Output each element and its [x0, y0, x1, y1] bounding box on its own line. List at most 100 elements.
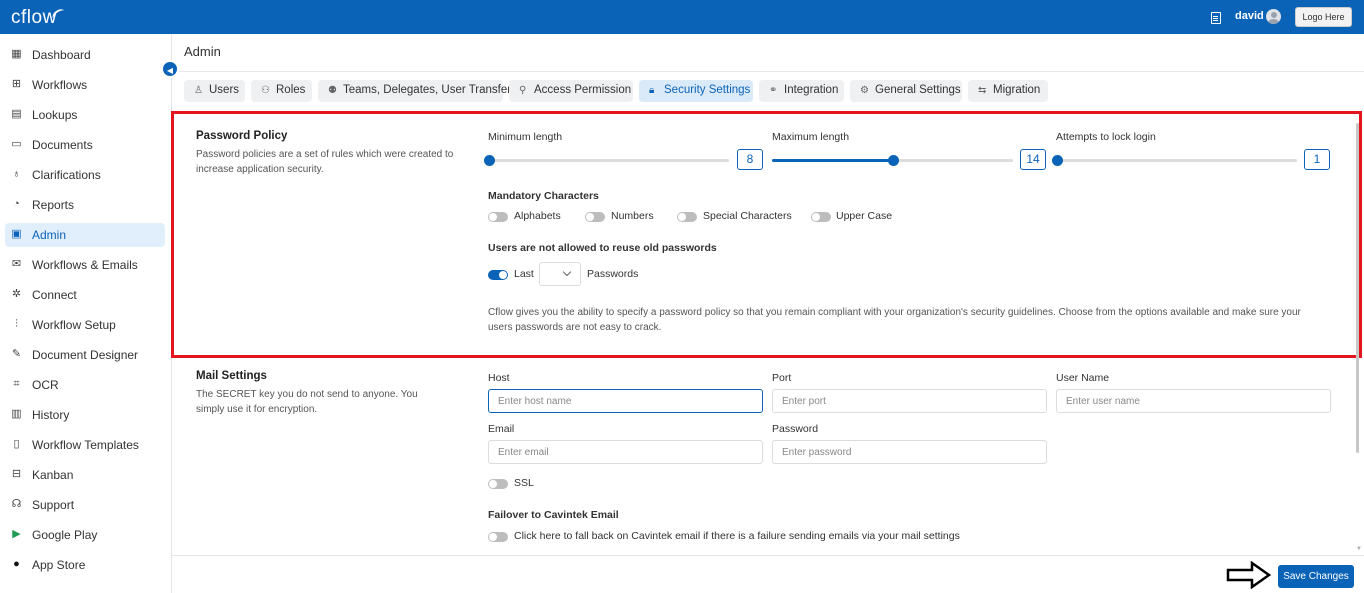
password-label: Password: [772, 423, 819, 435]
avatar[interactable]: [1266, 9, 1281, 24]
tab-integration[interactable]: ⚭ Integration: [759, 80, 844, 102]
integration-icon: ⚭: [769, 85, 778, 96]
sidebar-item-workflow-templates[interactable]: ▯ Workflow Templates: [5, 433, 165, 457]
sidebar-item-history[interactable]: ▥ History: [5, 403, 165, 427]
alphabets-label: Alphabets: [514, 210, 561, 222]
sidebar-item-dashboard[interactable]: ▦ Dashboard: [5, 43, 165, 67]
max-length-slider[interactable]: [772, 155, 1013, 166]
lookups-icon: ▤: [11, 108, 22, 120]
templates-icon: ▯: [13, 438, 20, 450]
sidebar-item-label: Reports: [32, 198, 75, 212]
tab-roles[interactable]: ⚇ Roles: [251, 80, 312, 102]
user-name-input[interactable]: [1056, 389, 1331, 413]
sidebar-item-label: History: [32, 408, 70, 422]
sidebar-item-kanban[interactable]: ⊟ Kanban: [5, 463, 165, 487]
user-icon: ♙: [194, 85, 203, 96]
attempts-value[interactable]: 1: [1304, 149, 1330, 170]
tab-teams[interactable]: ⚉ Teams, Delegates, User Transfer: [318, 80, 511, 102]
password-input[interactable]: [772, 440, 1047, 464]
sidebar-item-label: Workflows & Emails: [32, 258, 138, 272]
sidebar-item-label: Dashboard: [32, 48, 91, 62]
sidebar-item-label: Google Play: [32, 528, 98, 542]
upper-case-toggle[interactable]: [811, 212, 831, 222]
settings-icon: ⚙: [860, 85, 869, 96]
dashboard-icon: ▦: [11, 48, 22, 60]
reuse-last-toggle[interactable]: [488, 270, 508, 280]
divider: [172, 71, 1364, 72]
failover-label: Click here to fall back on Cavintek emai…: [514, 530, 960, 542]
sidebar-item-lookups[interactable]: ▤ Lookups: [5, 103, 165, 127]
mandatory-characters-label: Mandatory Characters: [488, 190, 599, 202]
min-length-slider[interactable]: [484, 155, 729, 166]
failover-toggle[interactable]: [488, 532, 508, 542]
numbers-toggle[interactable]: [585, 212, 605, 222]
save-changes-button[interactable]: Save Changes: [1278, 565, 1354, 588]
port-input[interactable]: [772, 389, 1047, 413]
sidebar-item-label: Lookups: [32, 108, 78, 122]
admin-icon: ▣: [11, 228, 22, 240]
port-label: Port: [772, 372, 792, 384]
sidebar-item-workflows[interactable]: ⊞ Workflows: [5, 73, 165, 97]
collapse-sidebar-icon[interactable]: ◀: [161, 60, 179, 78]
attempts-slider-thumb[interactable]: [1052, 155, 1063, 166]
sidebar-item-label: Support: [32, 498, 75, 512]
sidebar-item-ocr[interactable]: ⌗ OCR: [5, 373, 165, 397]
page-title: Admin: [184, 44, 221, 59]
clarifications-icon: ♁: [12, 168, 21, 180]
tab-general-settings[interactable]: ⚙ General Settings: [850, 80, 962, 102]
teams-icon: ⚉: [328, 85, 337, 96]
scrollbar-thumb[interactable]: [1356, 123, 1359, 453]
sidebar-item-connect[interactable]: ✲ Connect: [5, 283, 165, 307]
sidebar-item-documents[interactable]: ▭ Documents: [5, 133, 165, 157]
tab-security-settings[interactable]: 🔒︎ Security Settings: [639, 80, 753, 102]
password-policy-note: Cflow gives you the ability to specify a…: [488, 307, 1301, 333]
min-length-label: Minimum length: [488, 131, 563, 143]
tab-label: Integration: [784, 84, 839, 96]
sidebar-item-label: Clarifications: [32, 168, 101, 182]
user-name-label: User Name: [1056, 372, 1110, 384]
logo-here-button[interactable]: Logo Here: [1295, 7, 1352, 27]
sidebar-item-google-play[interactable]: ▶ Google Play: [5, 523, 165, 547]
sidebar-item-app-store[interactable]: ● App Store: [5, 553, 165, 577]
min-length-value[interactable]: 8: [737, 149, 763, 170]
sidebar-item-admin[interactable]: ▣ Admin: [5, 223, 165, 247]
history-icon: ▥: [11, 408, 22, 420]
special-characters-toggle[interactable]: [677, 212, 697, 222]
upper-case-label: Upper Case: [836, 210, 893, 222]
alphabets-toggle[interactable]: [488, 212, 508, 222]
sidebar-item-label: Document Designer: [32, 348, 139, 362]
reuse-passwords-label: Users are not allowed to reuse old passw…: [488, 242, 717, 254]
connect-icon: ✲: [11, 288, 22, 300]
migration-icon: ⇆: [978, 85, 987, 96]
sidebar-item-label: Admin: [32, 228, 67, 242]
cflow-logo[interactable]: cflow: [11, 7, 57, 29]
document-icon[interactable]: [1211, 12, 1221, 24]
tab-access-permission[interactable]: ⚲ Access Permission: [509, 80, 633, 102]
sidebar-item-workflows-emails[interactable]: ✉ Workflows & Emails: [5, 253, 165, 277]
sidebar-item-label: Workflow Templates: [32, 438, 139, 452]
ocr-icon: ⌗: [13, 378, 20, 390]
min-length-slider-thumb[interactable]: [484, 155, 495, 166]
ssl-toggle[interactable]: [488, 479, 508, 489]
reuse-count-dropdown[interactable]: [539, 262, 581, 286]
tab-migration[interactable]: ⇆ Migration: [968, 80, 1048, 102]
host-input[interactable]: [488, 389, 763, 413]
max-length-slider-thumb[interactable]: [887, 155, 899, 166]
max-length-value[interactable]: 14: [1020, 149, 1046, 170]
attempts-slider[interactable]: [1052, 155, 1297, 166]
scroll-down-icon[interactable]: ▼: [1356, 546, 1362, 552]
tab-label: Migration: [993, 84, 1041, 96]
sidebar-item-reports[interactable]: ◔ Reports: [5, 193, 165, 217]
sidebar-item-document-designer[interactable]: ✎ Document Designer: [5, 343, 165, 367]
sidebar-item-support[interactable]: ☊ Support: [5, 493, 165, 517]
tab-users[interactable]: ♙ Users: [184, 80, 245, 102]
sidebar-item-label: Documents: [32, 138, 93, 152]
sidebar-item-workflow-setup[interactable]: ⫶ Workflow Setup: [5, 313, 165, 337]
max-length-slider-fill: [772, 159, 893, 162]
email-input[interactable]: [488, 440, 763, 464]
kanban-icon: ⊟: [11, 468, 22, 480]
sidebar-item-clarifications[interactable]: ♁ Clarifications: [5, 163, 165, 187]
username[interactable]: david: [1235, 10, 1264, 22]
reports-icon: ◔: [13, 198, 20, 210]
scrollbar[interactable]: [1356, 115, 1361, 550]
